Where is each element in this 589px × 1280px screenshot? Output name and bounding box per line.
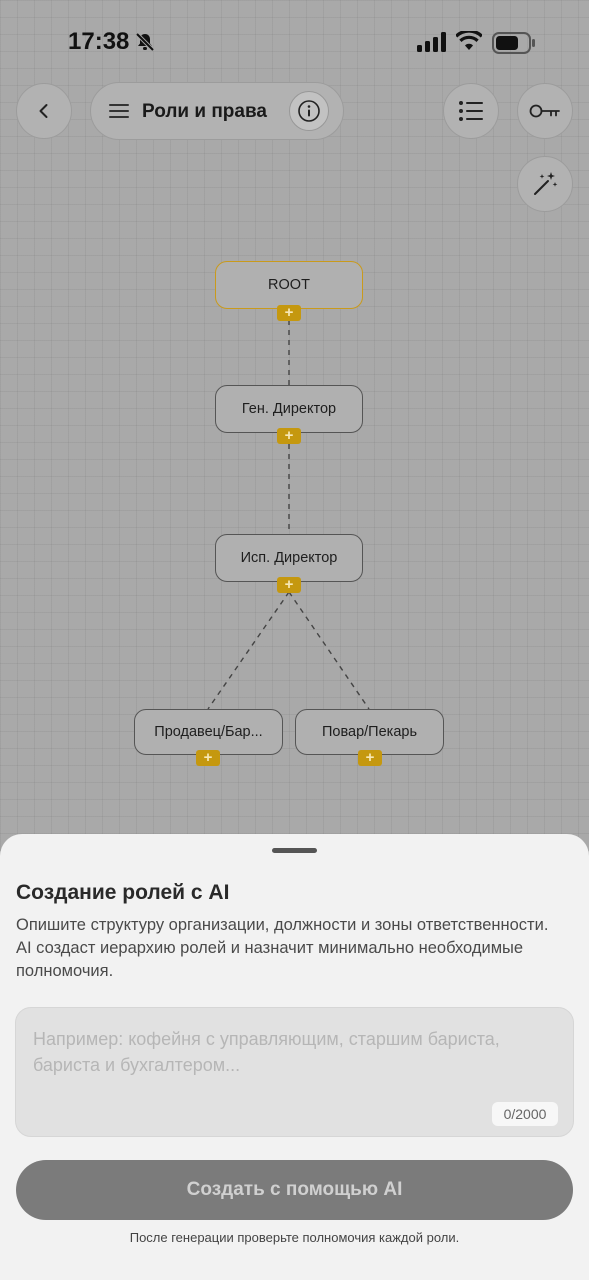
magic-wand-icon (534, 172, 558, 195)
cellular-signal-icon (417, 32, 446, 52)
input-placeholder: Например: кофейня с управляющим, старшим… (33, 1029, 500, 1075)
sheet-hint: После генерации проверьте полномочия каж… (129, 1230, 460, 1245)
clock: 17:38 (68, 28, 130, 55)
permissions-button[interactable] (517, 83, 573, 139)
role-node-gen-director[interactable]: Ген. Директор (215, 385, 363, 433)
role-node-label: Ген. Директор (241, 401, 337, 417)
sheet-title: Создание ролей с AI (16, 881, 230, 904)
info-button[interactable] (289, 91, 329, 131)
sheet-drag-handle[interactable] (272, 848, 317, 853)
add-child-role-button[interactable]: + (277, 577, 301, 593)
role-node-label: Исп. Директор (240, 550, 338, 566)
add-child-role-button[interactable]: + (277, 305, 301, 321)
add-child-role-button[interactable]: + (196, 750, 220, 766)
sheet-description: Опишите структуру организации, должности… (16, 916, 549, 980)
character-counter: 0/2000 (492, 1102, 558, 1126)
chevron-left-icon (39, 104, 48, 118)
add-child-role-button[interactable]: + (277, 428, 301, 444)
title-pill[interactable]: Роли и права (90, 82, 344, 140)
key-icon (529, 104, 560, 118)
create-with-ai-label: Создать с помощью AI (186, 1179, 403, 1200)
create-with-ai-button[interactable]: Создать с помощью AI (16, 1160, 573, 1220)
list-icon (459, 101, 483, 121)
ai-roles-sheet: Создание ролей с AI Опишите структуру ор… (0, 834, 589, 1280)
hamburger-menu-icon (109, 104, 129, 118)
role-node-label: ROOT (268, 277, 310, 293)
back-button[interactable] (16, 83, 72, 139)
role-node-label: Продавец/Бар... (154, 724, 263, 740)
add-child-role-button[interactable]: + (358, 750, 382, 766)
wifi-icon (456, 31, 482, 50)
role-node-exec-director[interactable]: Исп. Директор (215, 534, 363, 582)
role-node-label: Повар/Пекарь (321, 724, 417, 740)
ai-magic-button[interactable] (517, 156, 573, 212)
info-icon (298, 100, 320, 122)
status-bar: 17:38 (0, 0, 589, 80)
list-view-button[interactable] (443, 83, 499, 139)
role-node-root[interactable]: ROOT (215, 261, 363, 309)
page-title: Роли и права (142, 101, 267, 122)
organization-description-input[interactable]: Например: кофейня с управляющим, старшим… (15, 1007, 574, 1137)
battery-icon (492, 32, 535, 54)
bell-slash-icon (135, 32, 155, 52)
